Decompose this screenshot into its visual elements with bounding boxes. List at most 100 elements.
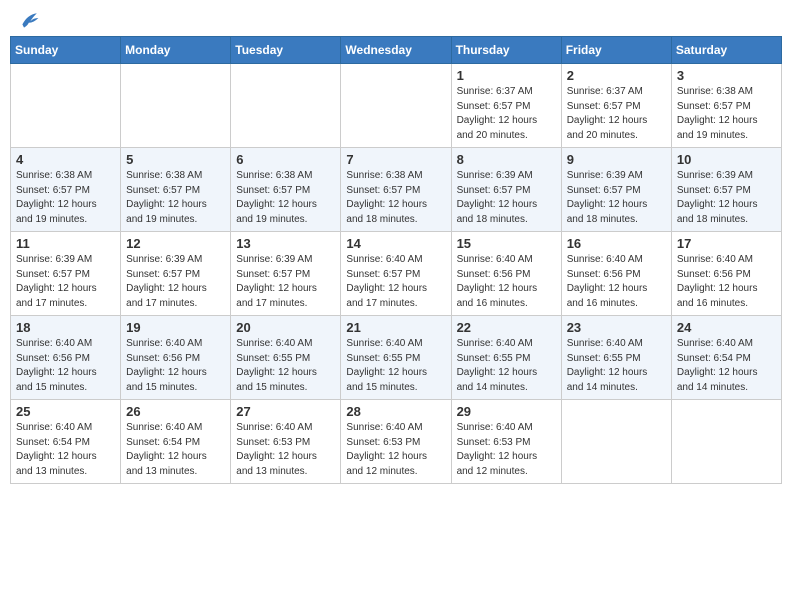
day-number: 29 (457, 404, 556, 419)
day-number: 23 (567, 320, 666, 335)
day-number: 22 (457, 320, 556, 335)
day-number: 12 (126, 236, 225, 251)
cell-content: Sunrise: 6:40 AM Sunset: 6:56 PM Dayligh… (677, 253, 776, 311)
cell-content: Sunrise: 6:39 AM Sunset: 6:57 PM Dayligh… (16, 253, 115, 311)
calendar-cell: 8 Sunrise: 6:39 AM Sunset: 6:57 PM Daylig… (451, 148, 561, 232)
calendar-cell: 9 Sunrise: 6:39 AM Sunset: 6:57 PM Daylig… (561, 148, 671, 232)
day-number: 5 (126, 152, 225, 167)
calendar-cell: 6 Sunrise: 6:38 AM Sunset: 6:57 PM Daylig… (231, 148, 341, 232)
day-number: 20 (236, 320, 335, 335)
cell-content: Sunrise: 6:39 AM Sunset: 6:57 PM Dayligh… (236, 253, 335, 311)
calendar-cell: 1 Sunrise: 6:37 AM Sunset: 6:57 PM Daylig… (451, 64, 561, 148)
day-number: 16 (567, 236, 666, 251)
calendar-cell (231, 64, 341, 148)
calendar-cell: 24 Sunrise: 6:40 AM Sunset: 6:54 PM Dayli… (671, 316, 781, 400)
cell-content: Sunrise: 6:38 AM Sunset: 6:57 PM Dayligh… (126, 169, 225, 227)
cell-content: Sunrise: 6:38 AM Sunset: 6:57 PM Dayligh… (677, 85, 776, 143)
day-number: 15 (457, 236, 556, 251)
cell-content: Sunrise: 6:40 AM Sunset: 6:56 PM Dayligh… (457, 253, 556, 311)
cell-content: Sunrise: 6:40 AM Sunset: 6:56 PM Dayligh… (567, 253, 666, 311)
logo (14, 16, 40, 30)
calendar-cell (561, 400, 671, 484)
cell-content: Sunrise: 6:39 AM Sunset: 6:57 PM Dayligh… (457, 169, 556, 227)
cell-content: Sunrise: 6:39 AM Sunset: 6:57 PM Dayligh… (126, 253, 225, 311)
day-number: 11 (16, 236, 115, 251)
calendar-cell: 18Sunrise: 6:40 AM Sunset: 6:56 PM Dayli… (11, 316, 121, 400)
calendar-cell: 21 Sunrise: 6:40 AM Sunset: 6:55 PM Dayli… (341, 316, 451, 400)
cell-content: Sunrise: 6:40 AM Sunset: 6:55 PM Dayligh… (567, 337, 666, 395)
calendar-cell: 5 Sunrise: 6:38 AM Sunset: 6:57 PM Daylig… (121, 148, 231, 232)
day-header-saturday: Saturday (671, 37, 781, 64)
cell-content: Sunrise: 6:39 AM Sunset: 6:57 PM Dayligh… (567, 169, 666, 227)
calendar-cell: 12 Sunrise: 6:39 AM Sunset: 6:57 PM Dayli… (121, 232, 231, 316)
cell-content: Sunrise: 6:40 AM Sunset: 6:54 PM Dayligh… (16, 421, 115, 479)
cell-content: Sunrise: 6:38 AM Sunset: 6:57 PM Dayligh… (236, 169, 335, 227)
day-header-tuesday: Tuesday (231, 37, 341, 64)
calendar-cell: 25 Sunrise: 6:40 AM Sunset: 6:54 PM Dayli… (11, 400, 121, 484)
calendar-cell: 4 Sunrise: 6:38 AM Sunset: 6:57 PM Daylig… (11, 148, 121, 232)
day-number: 17 (677, 236, 776, 251)
calendar-cell: 14Sunrise: 6:40 AM Sunset: 6:57 PM Dayli… (341, 232, 451, 316)
day-header-sunday: Sunday (11, 37, 121, 64)
cell-content: Sunrise: 6:38 AM Sunset: 6:57 PM Dayligh… (16, 169, 115, 227)
calendar-table: SundayMondayTuesdayWednesdayThursdayFrid… (10, 36, 782, 484)
calendar-cell: 26Sunrise: 6:40 AM Sunset: 6:54 PM Dayli… (121, 400, 231, 484)
calendar-cell: 3 Sunrise: 6:38 AM Sunset: 6:57 PM Daylig… (671, 64, 781, 148)
cell-content: Sunrise: 6:39 AM Sunset: 6:57 PM Dayligh… (677, 169, 776, 227)
day-number: 18 (16, 320, 115, 335)
day-number: 27 (236, 404, 335, 419)
calendar-week-row: 11 Sunrise: 6:39 AM Sunset: 6:57 PM Dayli… (11, 232, 782, 316)
calendar-cell (11, 64, 121, 148)
calendar-cell: 28 Sunrise: 6:40 AM Sunset: 6:53 PM Dayli… (341, 400, 451, 484)
calendar-cell: 20 Sunrise: 6:40 AM Sunset: 6:55 PM Dayli… (231, 316, 341, 400)
day-number: 3 (677, 68, 776, 83)
calendar-cell: 13 Sunrise: 6:39 AM Sunset: 6:57 PM Dayli… (231, 232, 341, 316)
day-number: 21 (346, 320, 445, 335)
calendar-cell (341, 64, 451, 148)
calendar-cell: 19 Sunrise: 6:40 AM Sunset: 6:56 PM Dayli… (121, 316, 231, 400)
cell-content: Sunrise: 6:38 AM Sunset: 6:57 PM Dayligh… (346, 169, 445, 227)
day-header-monday: Monday (121, 37, 231, 64)
cell-content: Sunrise: 6:40 AM Sunset: 6:53 PM Dayligh… (346, 421, 445, 479)
cell-content: Sunrise: 6:40 AM Sunset: 6:53 PM Dayligh… (236, 421, 335, 479)
calendar-cell: 7 Sunrise: 6:38 AM Sunset: 6:57 PM Daylig… (341, 148, 451, 232)
day-number: 2 (567, 68, 666, 83)
day-number: 28 (346, 404, 445, 419)
day-header-thursday: Thursday (451, 37, 561, 64)
day-number: 9 (567, 152, 666, 167)
logo-bird-icon (16, 10, 40, 34)
cell-content: Sunrise: 6:40 AM Sunset: 6:56 PM Dayligh… (126, 337, 225, 395)
day-number: 25 (16, 404, 115, 419)
cell-content: Sunrise: 6:37 AM Sunset: 6:57 PM Dayligh… (457, 85, 556, 143)
cell-content: Sunrise: 6:40 AM Sunset: 6:54 PM Dayligh… (677, 337, 776, 395)
cell-content: Sunrise: 6:40 AM Sunset: 6:54 PM Dayligh… (126, 421, 225, 479)
calendar-cell: 2Sunrise: 6:37 AM Sunset: 6:57 PM Daylig… (561, 64, 671, 148)
day-number: 1 (457, 68, 556, 83)
calendar-header-row: SundayMondayTuesdayWednesdayThursdayFrid… (11, 37, 782, 64)
calendar-cell: 27 Sunrise: 6:40 AM Sunset: 6:53 PM Dayli… (231, 400, 341, 484)
day-header-friday: Friday (561, 37, 671, 64)
calendar-cell: 17 Sunrise: 6:40 AM Sunset: 6:56 PM Dayli… (671, 232, 781, 316)
calendar-cell (121, 64, 231, 148)
day-number: 14 (346, 236, 445, 251)
calendar-cell: 22 Sunrise: 6:40 AM Sunset: 6:55 PM Dayli… (451, 316, 561, 400)
day-number: 24 (677, 320, 776, 335)
calendar-week-row: 4 Sunrise: 6:38 AM Sunset: 6:57 PM Daylig… (11, 148, 782, 232)
calendar-cell: 11 Sunrise: 6:39 AM Sunset: 6:57 PM Dayli… (11, 232, 121, 316)
calendar-cell: 15 Sunrise: 6:40 AM Sunset: 6:56 PM Dayli… (451, 232, 561, 316)
cell-content: Sunrise: 6:40 AM Sunset: 6:55 PM Dayligh… (236, 337, 335, 395)
calendar-cell: 29Sunrise: 6:40 AM Sunset: 6:53 PM Dayli… (451, 400, 561, 484)
calendar-week-row: 18 Sunrise: 6:40 AM Sunset: 6:56 PM Dayli… (11, 316, 782, 400)
day-number: 10 (677, 152, 776, 167)
header (10, 10, 782, 32)
cell-content: Sunrise: 6:40 AM Sunset: 6:55 PM Dayligh… (457, 337, 556, 395)
day-number: 19 (126, 320, 225, 335)
day-number: 7 (346, 152, 445, 167)
calendar-cell: 10 Sunrise: 6:39 AM Sunset: 6:57 PM Dayli… (671, 148, 781, 232)
cell-content: Sunrise: 6:40 AM Sunset: 6:55 PM Dayligh… (346, 337, 445, 395)
day-number: 6 (236, 152, 335, 167)
day-number: 8 (457, 152, 556, 167)
day-number: 4 (16, 152, 115, 167)
calendar-cell: 16 Sunrise: 6:40 AM Sunset: 6:56 PM Dayli… (561, 232, 671, 316)
day-number: 13 (236, 236, 335, 251)
